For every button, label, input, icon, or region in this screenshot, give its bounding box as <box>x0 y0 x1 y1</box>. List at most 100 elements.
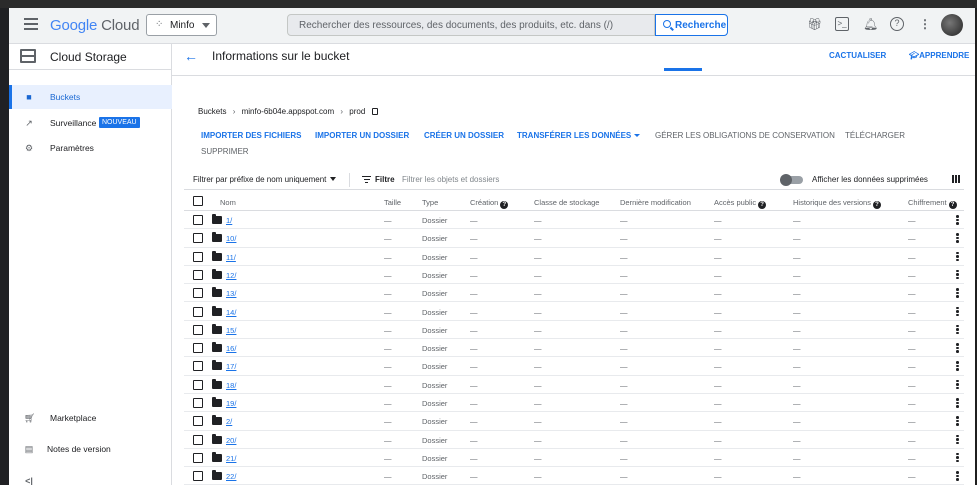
row-checkbox[interactable] <box>193 471 203 482</box>
table-row[interactable]: 22/ — Dossier — — — — — — <box>184 467 964 485</box>
table-row[interactable]: 16/ — Dossier — — — — — — <box>184 339 964 358</box>
folder-name-link[interactable]: 1/ <box>226 216 232 225</box>
row-checkbox[interactable] <box>193 306 203 317</box>
sidebar-item-parametres[interactable]: ⚙ Paramètres <box>9 136 172 160</box>
table-row[interactable]: 2/ — Dossier — — — — — — <box>184 412 964 431</box>
learn-button[interactable]: 🎓︎APPRENDRE <box>909 51 969 60</box>
column-header[interactable]: Classe de stockage <box>534 198 599 207</box>
copy-icon[interactable] <box>371 108 378 115</box>
row-checkbox[interactable] <box>193 398 203 408</box>
download-button[interactable]: TÉLÉCHARGER <box>845 131 905 140</box>
terminal-icon[interactable]: >_ <box>835 17 849 31</box>
table-row[interactable]: 18/ — Dossier — — — — — — <box>184 376 964 394</box>
folder-name-link[interactable]: 2/ <box>226 417 232 426</box>
row-more-icon[interactable] <box>956 416 959 426</box>
column-header[interactable]: Chiffrement? <box>908 198 957 209</box>
row-checkbox[interactable] <box>193 452 203 463</box>
table-row[interactable]: 12/ — Dossier — — — — — — <box>184 266 964 285</box>
folder-name-link[interactable]: 18/ <box>226 381 236 390</box>
column-header[interactable]: Accès public? <box>714 198 767 209</box>
select-all-checkbox[interactable] <box>193 196 203 206</box>
row-checkbox[interactable] <box>193 361 203 372</box>
row-checkbox[interactable] <box>193 233 203 244</box>
column-header[interactable]: Type <box>422 198 438 207</box>
row-more-icon[interactable] <box>956 434 959 445</box>
row-more-icon[interactable] <box>956 398 959 408</box>
table-row[interactable]: 1/ — Dossier — — — — — — <box>184 211 964 230</box>
row-more-icon[interactable] <box>956 215 959 225</box>
row-more-icon[interactable] <box>956 233 959 243</box>
folder-name-link[interactable]: 10/ <box>226 234 236 243</box>
menu-icon[interactable] <box>24 18 38 30</box>
filter-input[interactable]: Filtrer les objets et dossiers <box>402 175 499 184</box>
row-more-icon[interactable] <box>956 269 959 280</box>
upload-folder-button[interactable]: IMPORTER UN DOSSIER <box>315 131 409 140</box>
sidebar-item-marketplace[interactable]: 🛒︎ Marketplace <box>9 406 172 430</box>
help-icon[interactable]: ? <box>872 201 881 209</box>
column-display-icon[interactable] <box>952 175 960 183</box>
manage-holds-button[interactable]: GÉRER LES OBLIGATIONS DE CONSERVATION <box>655 131 835 140</box>
gift-icon[interactable]: 🎁︎ <box>807 17 822 31</box>
prefix-filter-dropdown[interactable]: Filtrer par préfixe de nom uniquement <box>193 175 337 184</box>
row-more-icon[interactable] <box>956 471 959 481</box>
breadcrumb-buckets[interactable]: Buckets <box>198 107 226 116</box>
folder-name-link[interactable]: 22/ <box>226 472 236 481</box>
row-more-icon[interactable] <box>956 379 959 390</box>
row-more-icon[interactable] <box>956 343 959 353</box>
folder-name-link[interactable]: 13/ <box>226 289 236 298</box>
row-more-icon[interactable] <box>956 306 959 317</box>
table-row[interactable]: 20/ — Dossier — — — — — — <box>184 431 964 449</box>
row-checkbox[interactable] <box>193 343 203 354</box>
transfer-data-button[interactable]: TRANSFÉRER LES DONNÉES <box>517 131 641 140</box>
help-icon[interactable]: ? <box>500 201 509 209</box>
row-more-icon[interactable] <box>956 324 959 335</box>
folder-name-link[interactable]: 21/ <box>226 454 236 463</box>
row-checkbox[interactable] <box>193 251 203 262</box>
row-checkbox[interactable] <box>193 215 203 225</box>
sidebar-item-surveillance[interactable]: ↗ Surveillance NOUVEAU <box>9 111 172 135</box>
show-deleted-toggle[interactable] <box>780 174 803 186</box>
folder-name-link[interactable]: 14/ <box>226 308 236 317</box>
table-row[interactable]: 10/ — Dossier — — — — — — <box>184 229 964 248</box>
back-arrow-icon[interactable]: ← <box>184 48 198 64</box>
row-checkbox[interactable] <box>193 288 203 299</box>
breadcrumb-bucket[interactable]: minfo-6b04e.appspot.com <box>242 107 335 116</box>
table-row[interactable]: 14/ — Dossier — — — — — — <box>184 303 964 321</box>
folder-name-link[interactable]: 12/ <box>226 271 236 280</box>
row-more-icon[interactable] <box>956 251 959 262</box>
search-input[interactable]: Rechercher des ressources, des documents… <box>287 14 655 36</box>
table-row[interactable]: 15/ — Dossier — — — — — — <box>184 321 964 340</box>
folder-name-link[interactable]: 17/ <box>226 362 236 371</box>
refresh-button[interactable]: CACTUALISER <box>829 51 886 60</box>
collapse-sidebar-button[interactable]: <| <box>9 469 172 485</box>
google-cloud-logo[interactable]: Google Cloud <box>50 17 140 34</box>
create-folder-button[interactable]: CRÉER UN DOSSIER <box>424 131 504 140</box>
row-more-icon[interactable] <box>956 361 959 371</box>
row-more-icon[interactable] <box>956 452 959 463</box>
table-row[interactable]: 17/ — Dossier — — — — — — <box>184 357 964 376</box>
column-header[interactable]: Dernière modification <box>620 198 691 207</box>
row-checkbox[interactable] <box>193 269 203 280</box>
bell-icon[interactable]: 🔔︎ <box>863 17 878 31</box>
upload-files-button[interactable]: IMPORTER DES FICHIERS <box>201 131 301 140</box>
column-header[interactable]: Création? <box>470 198 509 209</box>
row-checkbox[interactable] <box>193 379 203 390</box>
row-checkbox[interactable] <box>193 434 203 445</box>
help-icon[interactable]: ? <box>948 201 957 209</box>
table-row[interactable]: 13/ — Dossier — — — — — — <box>184 284 964 303</box>
column-header[interactable]: Historique des versions? <box>793 198 881 209</box>
row-checkbox[interactable] <box>193 324 203 335</box>
row-checkbox[interactable] <box>193 416 203 427</box>
column-header[interactable]: Taille <box>384 198 401 207</box>
table-row[interactable]: 21/ — Dossier — — — — — — <box>184 449 964 468</box>
folder-name-link[interactable]: 15/ <box>226 326 236 335</box>
folder-name-link[interactable]: 19/ <box>226 399 236 408</box>
avatar[interactable] <box>941 14 963 36</box>
sidebar-item-release-notes[interactable]: ▤ Notes de version <box>9 437 172 461</box>
row-more-icon[interactable] <box>956 288 959 298</box>
project-selector[interactable]: ⁘ Minfo <box>146 14 217 36</box>
help-icon[interactable]: ? <box>890 17 904 31</box>
folder-name-link[interactable]: 16/ <box>226 344 236 353</box>
help-icon[interactable]: ? <box>758 201 767 209</box>
sidebar-item-buckets[interactable]: ■ Buckets <box>9 85 172 109</box>
